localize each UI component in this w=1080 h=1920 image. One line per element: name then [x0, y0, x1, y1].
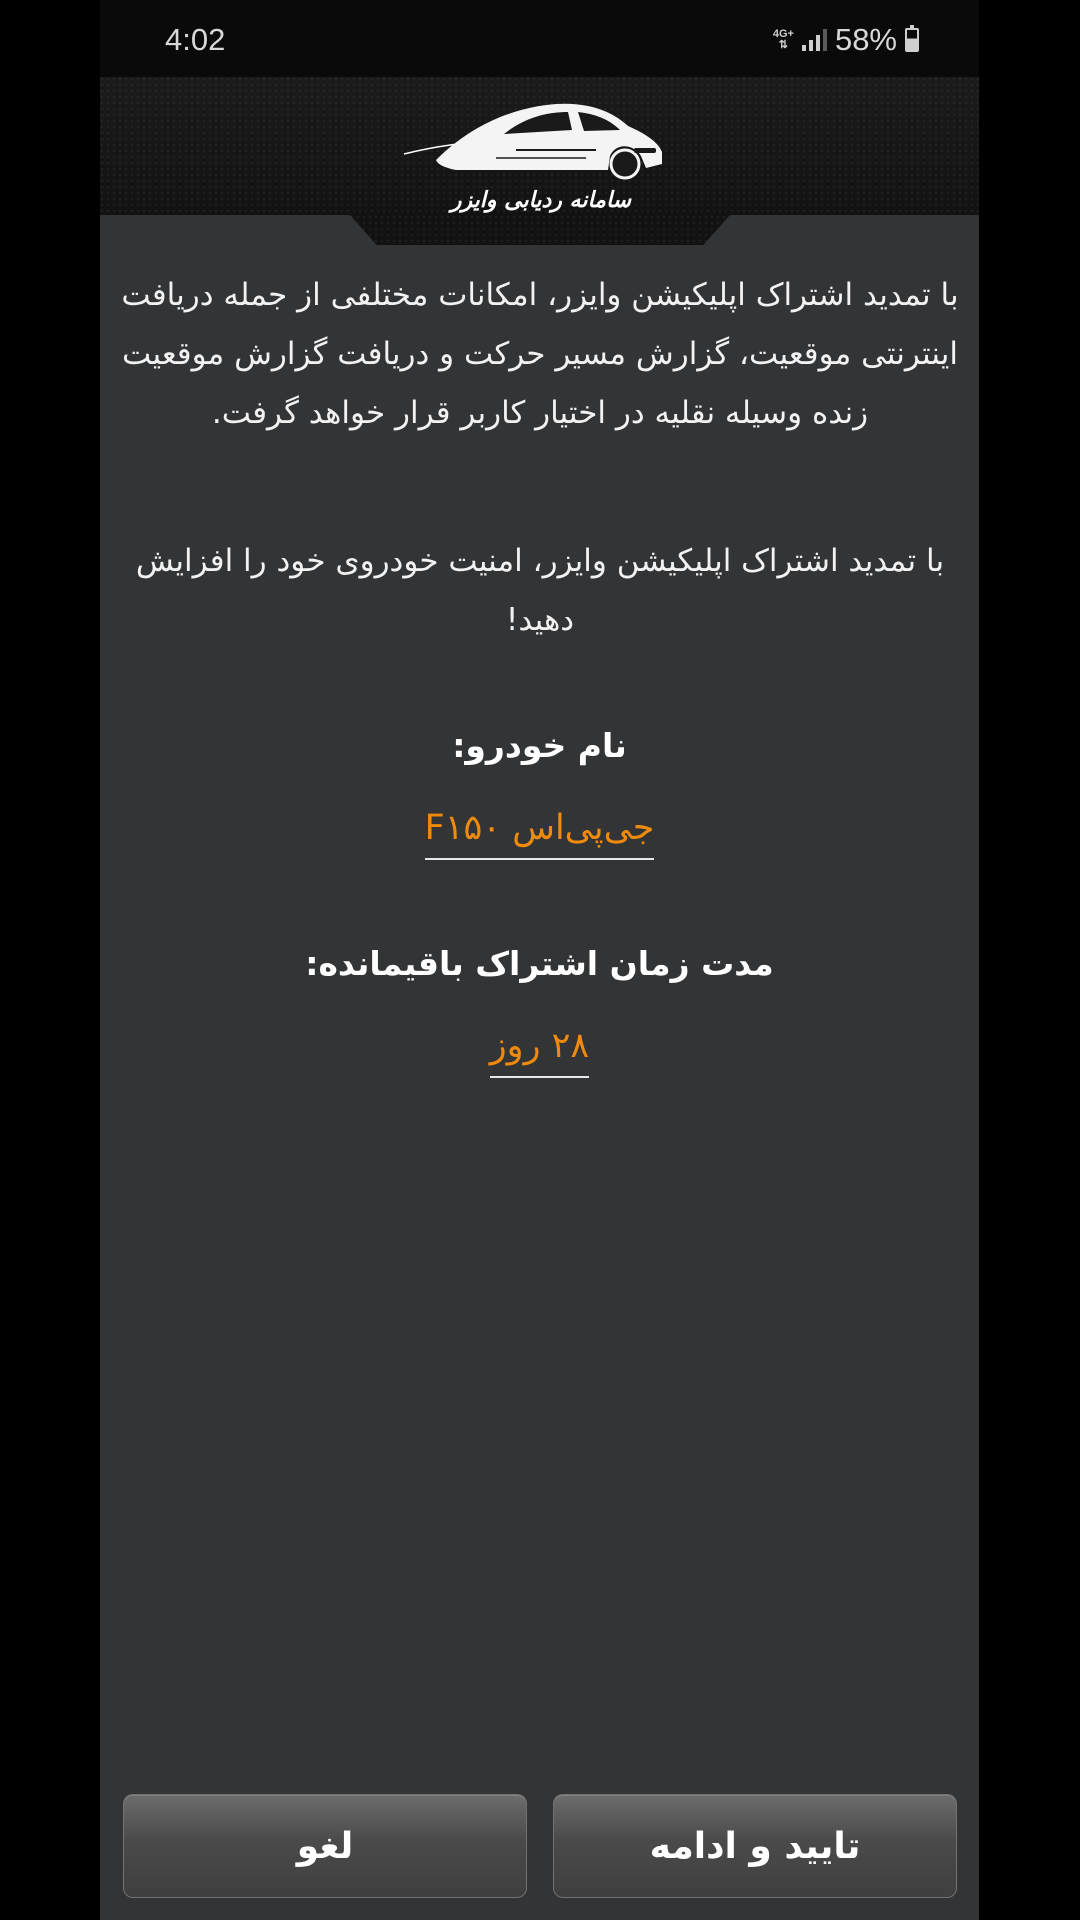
- battery-icon: [905, 25, 919, 52]
- confirm-continue-button[interactable]: تایید و ادامه: [553, 1794, 957, 1898]
- vehicle-name-field: جی‌پی‌اس F۱۵۰: [100, 808, 979, 860]
- network-type-icon: 4G+ ⇅: [773, 29, 794, 51]
- header-logo-tab: [350, 215, 730, 245]
- cancel-button[interactable]: لغو: [123, 1794, 527, 1898]
- vehicle-name-value: جی‌پی‌اس F۱۵۰: [424, 808, 655, 860]
- app-logo: سامانه ردیابی وایزر: [396, 90, 686, 213]
- signal-icon: [801, 29, 827, 51]
- status-bar: 4:02 4G+ ⇅ 58%: [100, 0, 979, 77]
- data-arrows-icon: ⇅: [778, 39, 788, 51]
- remaining-time-value: ۲۸ روز: [489, 1026, 590, 1078]
- security-paragraph: با تمدید اشتراک اپلیکیشن وایزر، امنیت خو…: [135, 543, 945, 638]
- remaining-time-label: مدت زمان اشتراک باقیمانده:: [305, 944, 774, 983]
- status-time: 4:02: [165, 22, 226, 57]
- status-icons: 4G+ ⇅ 58%: [773, 22, 919, 58]
- car-logo-icon: [403, 103, 662, 180]
- remaining-time-field: ۲۸ روز: [100, 1026, 979, 1078]
- vehicle-name-label: نام خودرو:: [452, 726, 627, 765]
- logo-text: سامانه ردیابی وایزر: [450, 188, 632, 213]
- description-paragraph: با تمدید اشتراک اپلیکیشن وایزر، امکانات …: [121, 277, 959, 431]
- battery-percent: 58%: [834, 22, 897, 57]
- app-screen: 4:02 4G+ ⇅ 58% سامانه ردیابی وایزر با تم…: [100, 0, 979, 1920]
